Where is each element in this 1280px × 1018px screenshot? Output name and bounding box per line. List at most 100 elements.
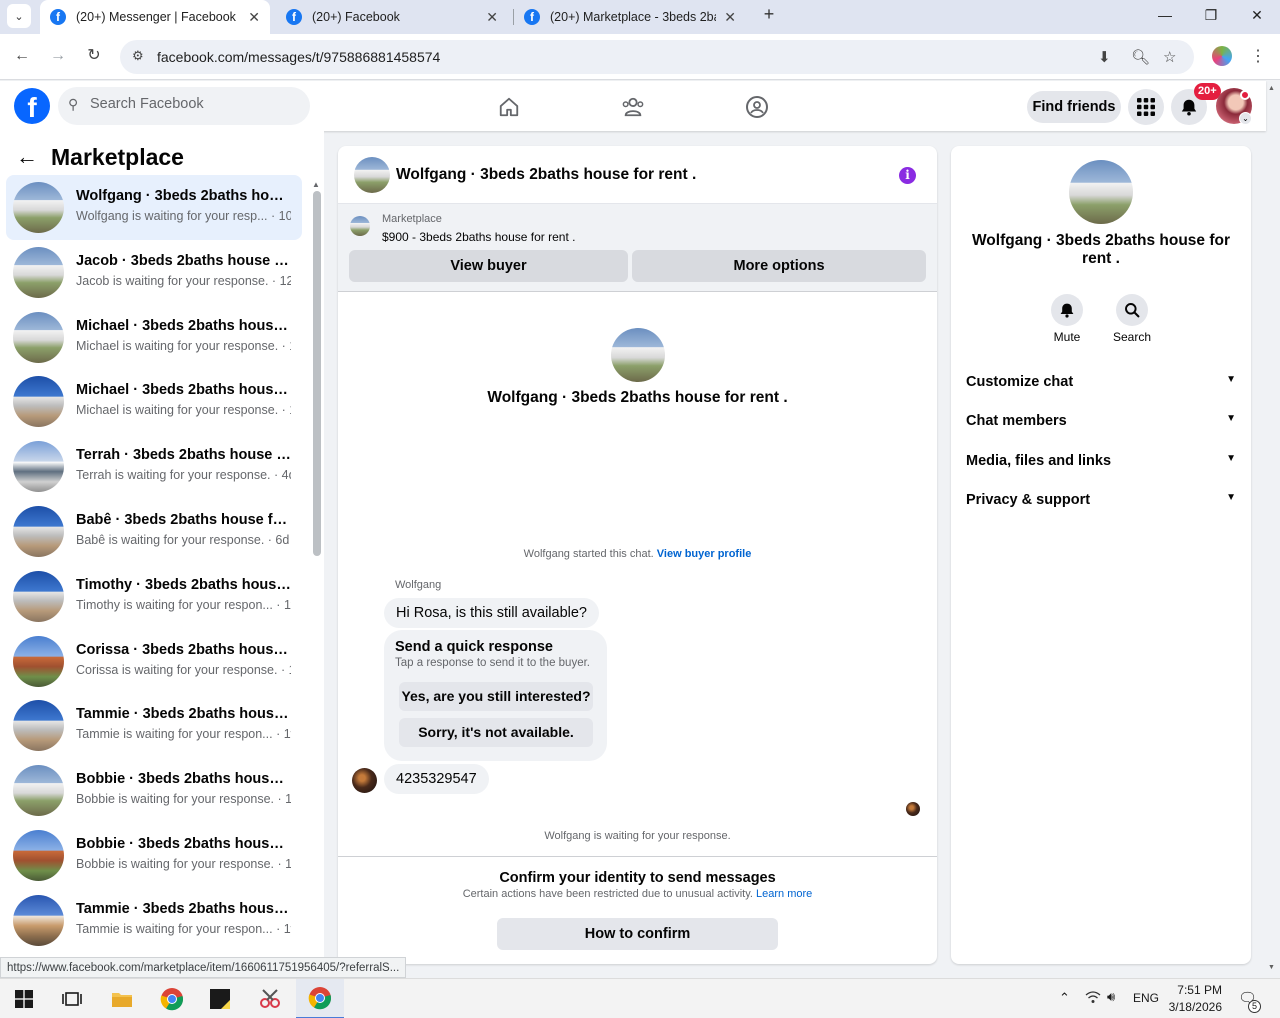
windows-start-icon[interactable]	[0, 979, 48, 1018]
home-icon[interactable]	[494, 92, 524, 122]
zoom-icon[interactable]: 🔍︎	[1131, 48, 1150, 66]
quick-reply-interested-button[interactable]: Yes, are you still interested?	[399, 682, 593, 711]
page-scroll-up-icon[interactable]: ▲	[1268, 85, 1275, 92]
chat-list-item[interactable]: Michael · 3beds 2baths house for rent . M…	[6, 369, 302, 434]
forward-button[interactable]: →	[47, 45, 69, 67]
chat-list-item[interactable]: Terrah · 3beds 2baths house for rent . Te…	[6, 434, 302, 499]
close-tab-icon[interactable]: ✕	[724, 9, 736, 26]
mute-action[interactable]: Mute	[1037, 294, 1097, 344]
chrome-icon[interactable]	[148, 979, 196, 1018]
chat-list-item[interactable]: Michael · 3beds 2baths house for rent . M…	[6, 305, 302, 370]
search-input[interactable]	[90, 96, 300, 112]
listing-thumbnail	[13, 829, 64, 881]
chat-list-item[interactable]: Timothy · 3beds 2baths house for rent . T…	[6, 564, 302, 629]
confirm-identity-subtitle: Certain actions have been restricted due…	[338, 888, 937, 900]
view-buyer-profile-link[interactable]: View buyer profile	[657, 548, 752, 560]
chat-members-row[interactable]: Chat members ▼	[966, 413, 1236, 433]
details-avatar[interactable]	[1069, 160, 1133, 224]
listing-description[interactable]: $900 - 3beds 2baths house for rent .	[382, 230, 575, 244]
chat-title[interactable]: Wolfgang · 3beds 2baths house for rent .	[396, 166, 696, 184]
listing-thumbnail	[13, 765, 64, 817]
chat-list-item[interactable]: Bobbie · 3beds 2baths house for rent . Bo…	[6, 823, 302, 888]
groups-icon[interactable]	[742, 92, 772, 122]
clock-date[interactable]: 3/18/2026	[1168, 1000, 1222, 1014]
search-action[interactable]: Search	[1102, 294, 1162, 344]
search-icon[interactable]	[1116, 294, 1148, 326]
install-app-icon[interactable]: ⬇	[1098, 48, 1111, 66]
chat-list-item[interactable]: Tammie · 3beds 2baths house for rent . Ta…	[6, 693, 302, 758]
volume-icon[interactable]: 🔊︎	[1107, 989, 1115, 1005]
how-to-confirm-button[interactable]: How to confirm	[497, 918, 778, 950]
task-view-icon[interactable]	[48, 979, 96, 1018]
bookmark-star-icon[interactable]: ☆	[1163, 48, 1176, 66]
network-icon[interactable]	[1085, 990, 1101, 1007]
site-info-icon[interactable]: ⚙	[132, 48, 144, 64]
chat-list-item[interactable]: Wolfgang · 3beds 2baths house for rent .…	[6, 175, 302, 240]
info-icon[interactable]: i	[899, 167, 916, 184]
search-icon: ⚲	[68, 96, 79, 112]
minimize-button[interactable]: —	[1142, 0, 1188, 30]
close-window-button[interactable]: ✕	[1234, 0, 1280, 30]
find-friends-button[interactable]: Find friends	[1027, 91, 1121, 123]
tab-title: (20+) Messenger | Facebook	[76, 10, 236, 24]
windows-taskbar: ⌃ 🔊︎ ENG 7:51 PM 3/18/2026 🗨︎ 5	[0, 978, 1280, 1018]
media-files-links-row[interactable]: Media, files and links ▼	[966, 453, 1236, 473]
browser-profile-icon[interactable]	[1212, 46, 1232, 66]
listing-thumbnail	[13, 700, 64, 752]
more-options-button[interactable]: More options	[632, 250, 926, 282]
show-hidden-icons-icon[interactable]: ⌃	[1059, 990, 1070, 1006]
chat-list-item[interactable]: Corissa · 3beds 2baths house for rent . C…	[6, 629, 302, 694]
scroll-up-arrow-icon[interactable]: ▲	[312, 180, 320, 189]
browser-menu-icon[interactable]: ⋮	[1250, 46, 1266, 66]
address-bar[interactable]: ⚙ facebook.com/messages/t/97588688145857…	[120, 40, 1194, 74]
sidebar-scrollbar[interactable]	[313, 191, 321, 556]
chat-intro-avatar[interactable]	[611, 328, 665, 382]
restore-button[interactable]: ❐	[1188, 0, 1234, 30]
chat-item-preview: Tammie is waiting for your respon... · 1…	[76, 921, 291, 936]
customize-chat-row[interactable]: Customize chat ▼	[966, 374, 1236, 394]
page-scroll-down-icon[interactable]: ▼	[1268, 964, 1275, 971]
listing-thumbnail	[13, 246, 64, 298]
chat-started-text: Wolfgang started this chat.	[523, 548, 654, 560]
facebook-logo-icon[interactable]: f	[14, 88, 50, 124]
file-explorer-icon[interactable]	[98, 979, 146, 1018]
chat-item-title: Terrah · 3beds 2baths house for rent .	[76, 447, 291, 464]
chat-list-item[interactable]: Tammie · 3beds 2baths house for rent . Ta…	[6, 888, 302, 953]
tab-marketplace[interactable]: f (20+) Marketplace - 3beds 2bat ✕	[514, 0, 746, 34]
learn-more-link[interactable]: Learn more	[756, 888, 812, 900]
privacy-support-row[interactable]: Privacy & support ▼	[966, 492, 1236, 512]
tab-search-button[interactable]: ⌄	[7, 4, 31, 28]
chat-list-item[interactable]: Bobbie · 3beds 2baths house for rent . Bo…	[6, 758, 302, 823]
bell-icon[interactable]	[1051, 294, 1083, 326]
new-tab-button[interactable]: +	[758, 3, 780, 25]
view-buyer-button[interactable]: View buyer	[349, 250, 628, 282]
chat-avatar[interactable]	[354, 157, 390, 193]
menu-grid-icon[interactable]	[1128, 89, 1164, 125]
tab-messenger[interactable]: f (20+) Messenger | Facebook ✕	[40, 0, 270, 34]
back-button[interactable]: ←	[11, 45, 33, 67]
close-tab-icon[interactable]: ✕	[248, 9, 260, 26]
back-arrow-icon[interactable]: ←	[16, 144, 38, 170]
sender-avatar[interactable]	[352, 768, 377, 793]
clock-time[interactable]: 7:51 PM	[1174, 983, 1222, 997]
friends-icon[interactable]	[618, 92, 648, 122]
tab-facebook[interactable]: f (20+) Facebook ✕	[276, 0, 508, 34]
chat-list-item[interactable]: Jacob · 3beds 2baths house for rent . Jac…	[6, 240, 302, 305]
listing-thumbnail	[13, 182, 64, 233]
chat-list-item[interactable]: Babê · 3beds 2baths house for rent . Babê…	[6, 499, 302, 564]
chat-item-title: Tammie · 3beds 2baths house for rent .	[76, 900, 291, 917]
chevron-down-icon[interactable]: ⌄	[1239, 112, 1252, 125]
reload-button[interactable]: ↻	[83, 45, 105, 67]
chrome-active-window-icon[interactable]	[296, 979, 344, 1018]
chat-item-title: Bobbie · 3beds 2baths house for rent .	[76, 835, 291, 852]
quick-reply-unavailable-button[interactable]: Sorry, it's not available.	[399, 718, 593, 747]
incoming-message-bubble: 4235329547	[384, 764, 489, 794]
listing-thumbnail[interactable]	[350, 216, 370, 236]
snipping-tool-icon[interactable]	[246, 979, 294, 1018]
close-tab-icon[interactable]: ✕	[486, 9, 498, 26]
facebook-favicon-icon: f	[524, 9, 540, 25]
input-language[interactable]: ENG	[1133, 991, 1159, 1005]
sticky-notes-icon[interactable]	[196, 979, 244, 1018]
facebook-search[interactable]: ⚲	[58, 87, 310, 125]
url-text[interactable]: facebook.com/messages/t/975886881458574	[157, 49, 440, 65]
